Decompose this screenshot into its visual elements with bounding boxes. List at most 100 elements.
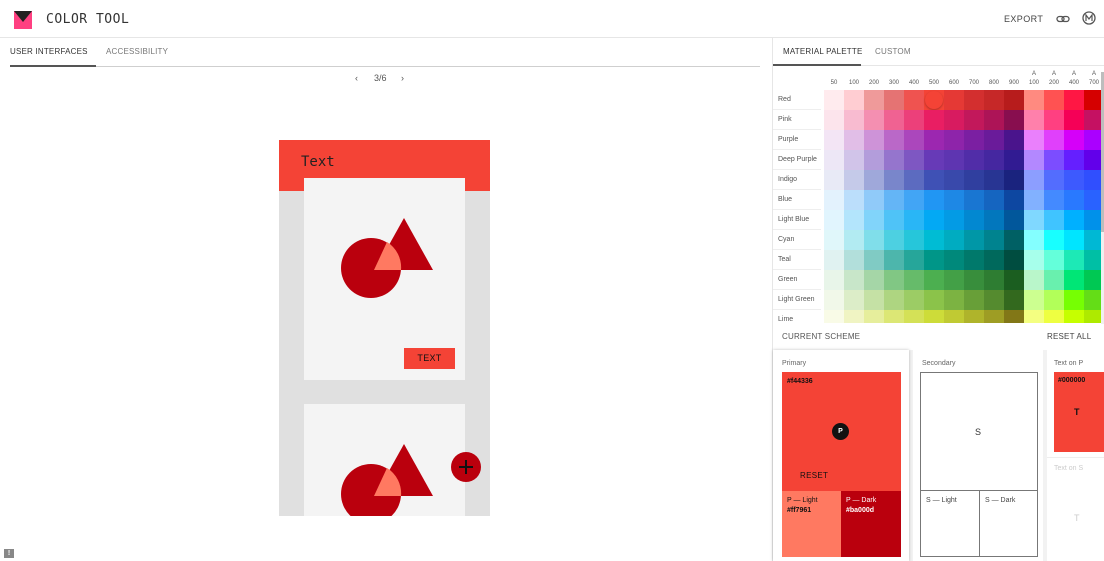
- color-swatch[interactable]: [964, 130, 984, 150]
- feedback-icon[interactable]: !: [4, 549, 14, 558]
- color-swatch[interactable]: [1024, 290, 1044, 310]
- color-swatch[interactable]: [1024, 90, 1044, 110]
- color-swatch[interactable]: [964, 210, 984, 230]
- color-swatch[interactable]: [984, 230, 1004, 250]
- primary-light-swatch[interactable]: P — Light #ff7961: [782, 491, 841, 557]
- tab-user-interfaces[interactable]: USER INTERFACES: [10, 47, 88, 56]
- color-swatch[interactable]: [944, 250, 964, 270]
- color-swatch[interactable]: [964, 150, 984, 170]
- color-swatch[interactable]: [1004, 310, 1024, 323]
- color-swatch[interactable]: [984, 170, 1004, 190]
- color-swatch[interactable]: [984, 110, 1004, 130]
- color-swatch[interactable]: [824, 310, 844, 323]
- color-swatch[interactable]: [924, 250, 944, 270]
- color-swatch[interactable]: [1064, 190, 1084, 210]
- primary-dark-swatch[interactable]: P — Dark #ba000d: [841, 491, 901, 557]
- color-swatch[interactable]: [884, 150, 904, 170]
- color-swatch[interactable]: [984, 150, 1004, 170]
- color-swatch[interactable]: [824, 190, 844, 210]
- color-swatch[interactable]: [824, 230, 844, 250]
- color-swatch[interactable]: [844, 270, 864, 290]
- export-button[interactable]: EXPORT: [1004, 14, 1043, 24]
- secondary-dark-swatch[interactable]: S — Dark: [979, 490, 1038, 557]
- color-swatch[interactable]: [924, 150, 944, 170]
- color-swatch[interactable]: [904, 130, 924, 150]
- color-swatch[interactable]: [924, 270, 944, 290]
- color-swatch[interactable]: [824, 210, 844, 230]
- color-swatch[interactable]: [904, 90, 924, 110]
- color-swatch[interactable]: [1044, 310, 1064, 323]
- color-swatch[interactable]: [944, 290, 964, 310]
- tab-custom[interactable]: CUSTOM: [875, 47, 911, 56]
- color-swatch[interactable]: [824, 90, 844, 110]
- color-swatch[interactable]: [884, 170, 904, 190]
- color-swatch[interactable]: [904, 290, 924, 310]
- color-swatch[interactable]: [924, 130, 944, 150]
- color-swatch[interactable]: [924, 230, 944, 250]
- color-swatch[interactable]: [944, 230, 964, 250]
- color-swatch[interactable]: [964, 230, 984, 250]
- add-fab-button[interactable]: [451, 452, 481, 482]
- color-swatch[interactable]: [864, 110, 884, 130]
- color-swatch[interactable]: [1064, 130, 1084, 150]
- color-swatch[interactable]: [1004, 170, 1024, 190]
- color-swatch[interactable]: [1044, 90, 1064, 110]
- color-swatch[interactable]: [1064, 170, 1084, 190]
- color-swatch[interactable]: [1024, 190, 1044, 210]
- color-swatch[interactable]: [904, 190, 924, 210]
- color-swatch[interactable]: [964, 290, 984, 310]
- color-swatch[interactable]: [944, 170, 964, 190]
- color-swatch[interactable]: [844, 250, 864, 270]
- color-swatch[interactable]: [824, 290, 844, 310]
- color-swatch[interactable]: [924, 290, 944, 310]
- material-logo-icon[interactable]: [1082, 11, 1096, 25]
- color-swatch[interactable]: [984, 290, 1004, 310]
- color-swatch[interactable]: [864, 150, 884, 170]
- color-swatch[interactable]: [864, 170, 884, 190]
- color-swatch[interactable]: [1044, 270, 1064, 290]
- color-swatch[interactable]: [864, 310, 884, 323]
- color-swatch[interactable]: [1044, 290, 1064, 310]
- color-swatch[interactable]: [1004, 130, 1024, 150]
- color-swatch[interactable]: [904, 110, 924, 130]
- color-swatch[interactable]: [924, 310, 944, 323]
- color-swatch[interactable]: [1044, 210, 1064, 230]
- color-swatch[interactable]: [884, 290, 904, 310]
- color-swatch[interactable]: [884, 250, 904, 270]
- color-swatch[interactable]: [904, 270, 924, 290]
- color-swatch[interactable]: [864, 250, 884, 270]
- color-swatch[interactable]: [1044, 170, 1064, 190]
- color-swatch[interactable]: [1064, 250, 1084, 270]
- color-swatch[interactable]: [904, 150, 924, 170]
- color-swatch[interactable]: [924, 210, 944, 230]
- color-swatch[interactable]: [1004, 270, 1024, 290]
- color-swatch[interactable]: [1044, 230, 1064, 250]
- color-swatch[interactable]: [884, 190, 904, 210]
- color-swatch[interactable]: [824, 130, 844, 150]
- color-swatch[interactable]: [1024, 210, 1044, 230]
- color-swatch[interactable]: [844, 170, 864, 190]
- color-swatch[interactable]: [984, 250, 1004, 270]
- color-swatch[interactable]: [864, 290, 884, 310]
- color-swatch[interactable]: [964, 190, 984, 210]
- color-swatch[interactable]: [1024, 150, 1044, 170]
- color-swatch[interactable]: [1004, 290, 1024, 310]
- color-swatch[interactable]: [1004, 110, 1024, 130]
- color-swatch[interactable]: [944, 130, 964, 150]
- color-swatch[interactable]: [1044, 250, 1064, 270]
- color-swatch[interactable]: [924, 110, 944, 130]
- color-swatch[interactable]: [1024, 250, 1044, 270]
- color-swatch[interactable]: [1024, 170, 1044, 190]
- color-swatch[interactable]: [904, 230, 924, 250]
- color-swatch[interactable]: [824, 250, 844, 270]
- color-swatch[interactable]: [864, 190, 884, 210]
- color-swatch[interactable]: [884, 130, 904, 150]
- tab-accessibility[interactable]: ACCESSIBILITY: [106, 47, 168, 56]
- color-swatch[interactable]: [964, 250, 984, 270]
- color-swatch[interactable]: [1044, 190, 1064, 210]
- color-swatch[interactable]: [844, 290, 864, 310]
- color-swatch[interactable]: [844, 210, 864, 230]
- color-swatch[interactable]: [844, 190, 864, 210]
- secondary-light-swatch[interactable]: S — Light: [920, 490, 980, 557]
- text-on-secondary-letter[interactable]: T: [1074, 513, 1080, 523]
